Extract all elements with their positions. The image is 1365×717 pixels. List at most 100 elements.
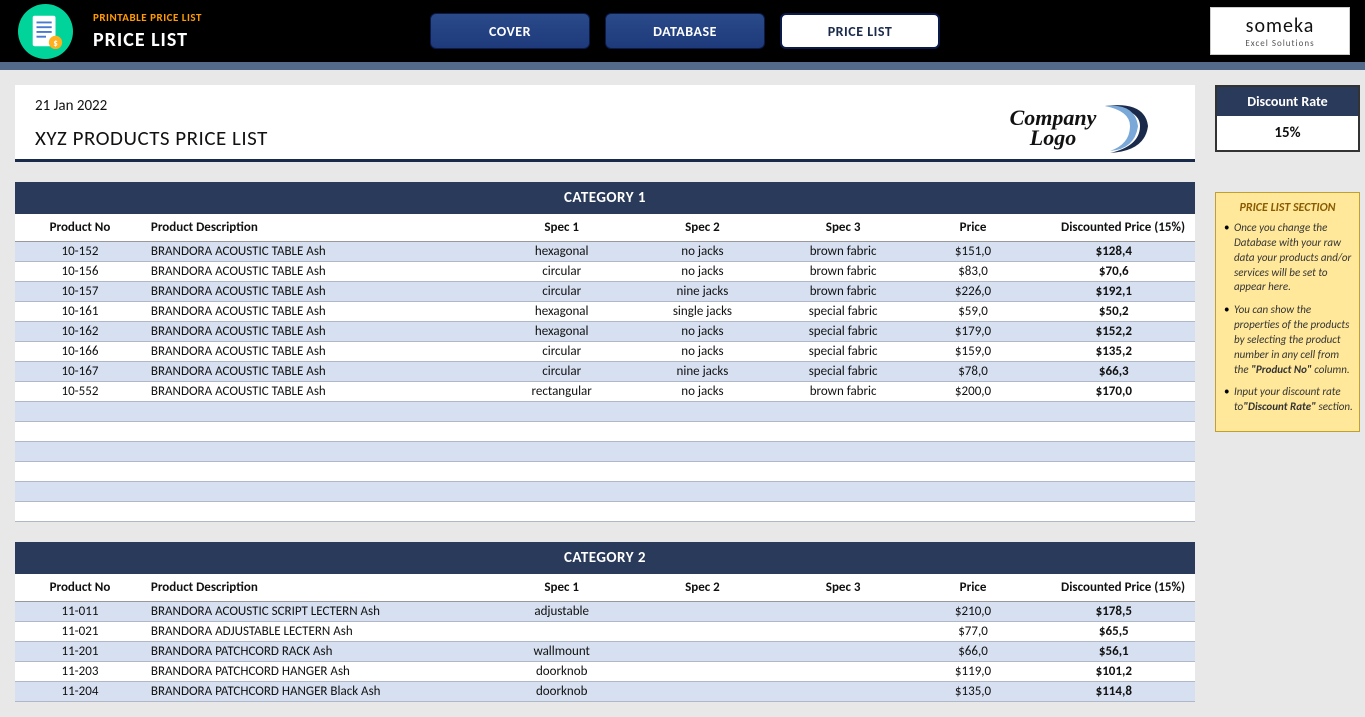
table-row[interactable]: 10-552BRANDORA ACOUSTIC TABLE Ashrectang… — [15, 382, 1195, 402]
cell-product-no[interactable]: 11-201 — [15, 642, 145, 662]
cell-product-no[interactable]: 11-203 — [15, 662, 145, 682]
cell-description: BRANDORA ACOUSTIC TABLE Ash — [145, 342, 491, 362]
cell-product-no[interactable]: 10-166 — [15, 342, 145, 362]
nav-database-button[interactable]: DATABASE — [605, 13, 765, 49]
table-row[interactable]: 11-204BRANDORA PATCHCORD HANGER Black As… — [15, 682, 1195, 702]
table-row[interactable]: 10-157BRANDORA ACOUSTIC TABLE Ashcircula… — [15, 282, 1195, 302]
table-row[interactable]: 10-161BRANDORA ACOUSTIC TABLE Ashhexagon… — [15, 302, 1195, 322]
table-row[interactable]: 11-011BRANDORA ACOUSTIC SCRIPT LECTERN A… — [15, 602, 1195, 622]
cell-spec1: rectangular — [491, 382, 632, 402]
cell-spec1: doorknob — [491, 682, 632, 702]
cell-spec1: circular — [491, 342, 632, 362]
table-row[interactable]: 11-021BRANDORA ADJUSTABLE LECTERN Ash $77… — [15, 622, 1195, 642]
cell-description: BRANDORA ACOUSTIC TABLE Ash — [145, 262, 491, 282]
cell-spec1: circular — [491, 362, 632, 382]
cell-spec1 — [491, 622, 632, 642]
discount-rate-box: Discount Rate 15% — [1215, 85, 1360, 152]
table-row[interactable]: 11-203BRANDORA PATCHCORD HANGER Ashdoork… — [15, 662, 1195, 682]
cell-spec3: brown fabric — [773, 382, 914, 402]
cell-spec3 — [773, 662, 914, 682]
table-row[interactable]: 10-167BRANDORA ACOUSTIC TABLE Ashcircula… — [15, 362, 1195, 382]
cell-spec2: no jacks — [632, 262, 773, 282]
table-row[interactable]: 11-201BRANDORA PATCHCORD RACK Ashwallmou… — [15, 642, 1195, 662]
cell-spec2: no jacks — [632, 322, 773, 342]
cell-spec3: brown fabric — [773, 282, 914, 302]
cell-product-no[interactable]: 10-162 — [15, 322, 145, 342]
cell-spec2: single jacks — [632, 302, 773, 322]
brand-name: someka — [1246, 14, 1315, 38]
nav-pricelist-button[interactable]: PRICE LIST — [780, 13, 940, 49]
cell-spec2 — [632, 642, 773, 662]
cell-spec1: hexagonal — [491, 242, 632, 262]
table-row-empty[interactable] — [15, 462, 1195, 482]
cell-description: BRANDORA ACOUSTIC TABLE Ash — [145, 242, 491, 262]
cell-price: $135,0 — [913, 682, 1032, 702]
cell-spec3: special fabric — [773, 362, 914, 382]
cell-discounted-price: $66,3 — [1033, 362, 1195, 382]
table-row-empty[interactable] — [15, 442, 1195, 462]
cell-spec1: adjustable — [491, 602, 632, 622]
cell-description: BRANDORA ACOUSTIC SCRIPT LECTERN Ash — [145, 602, 491, 622]
table-row-empty[interactable] — [15, 402, 1195, 422]
brand-tagline: Excel Solutions — [1245, 38, 1314, 49]
cell-discounted-price: $56,1 — [1033, 642, 1195, 662]
cell-product-no[interactable]: 11-021 — [15, 622, 145, 642]
cell-spec2: no jacks — [632, 242, 773, 262]
cell-price: $78,0 — [913, 362, 1032, 382]
title-area: PRINTABLE PRICE LIST PRICE LIST — [93, 11, 202, 52]
cell-price: $77,0 — [913, 622, 1032, 642]
cell-spec1: circular — [491, 282, 632, 302]
cell-discounted-price: $170,0 — [1033, 382, 1195, 402]
cell-price: $119,0 — [913, 662, 1032, 682]
table-row-empty[interactable] — [15, 482, 1195, 502]
table-row-empty[interactable] — [15, 502, 1195, 522]
cell-spec2: nine jacks — [632, 362, 773, 382]
cell-spec3 — [773, 682, 914, 702]
cell-price: $66,0 — [913, 642, 1032, 662]
info-bullet-3: Input your discount rate to"Discount Rat… — [1222, 385, 1353, 415]
cell-product-no[interactable]: 10-152 — [15, 242, 145, 262]
cell-discounted-price: $135,2 — [1033, 342, 1195, 362]
table-header-row: Product No Product Description Spec 1 Sp… — [15, 214, 1195, 242]
table-row[interactable]: 10-166BRANDORA ACOUSTIC TABLE Ashcircula… — [15, 342, 1195, 362]
category-1-header: CATEGORY 1 — [15, 182, 1195, 214]
cell-spec2 — [632, 622, 773, 642]
header-subtitle: PRINTABLE PRICE LIST — [93, 11, 202, 24]
header-title: PRICE LIST — [93, 28, 202, 52]
cell-spec3 — [773, 602, 914, 622]
cell-spec1: hexagonal — [491, 322, 632, 342]
cell-spec2 — [632, 682, 773, 702]
category-2-block: CATEGORY 2 Product No Product Descriptio… — [15, 542, 1195, 702]
svg-text:$: $ — [53, 39, 57, 49]
cell-discounted-price: $192,1 — [1033, 282, 1195, 302]
cell-discounted-price: $65,5 — [1033, 622, 1195, 642]
cell-discounted-price: $178,5 — [1033, 602, 1195, 622]
info-bullet-1: Once you change the Database with your r… — [1222, 221, 1353, 295]
category-2-table: Product No Product Description Spec 1 Sp… — [15, 574, 1195, 702]
discount-rate-value[interactable]: 15% — [1217, 116, 1358, 150]
cell-product-no[interactable]: 11-204 — [15, 682, 145, 702]
cell-price: $83,0 — [913, 262, 1032, 282]
nav-cover-button[interactable]: COVER — [430, 13, 590, 49]
cell-product-no[interactable]: 10-157 — [15, 282, 145, 302]
cell-product-no[interactable]: 10-156 — [15, 262, 145, 282]
table-row[interactable]: 10-152BRANDORA ACOUSTIC TABLE Ashhexagon… — [15, 242, 1195, 262]
table-row[interactable]: 10-162BRANDORA ACOUSTIC TABLE Ashhexagon… — [15, 322, 1195, 342]
cell-description: BRANDORA ADJUSTABLE LECTERN Ash — [145, 622, 491, 642]
cell-spec2: nine jacks — [632, 282, 773, 302]
cell-product-no[interactable]: 10-161 — [15, 302, 145, 322]
cell-product-no[interactable]: 10-552 — [15, 382, 145, 402]
category-2-header: CATEGORY 2 — [15, 542, 1195, 574]
discount-rate-label: Discount Rate — [1217, 87, 1358, 116]
cell-price: $200,0 — [913, 382, 1032, 402]
cell-product-no[interactable]: 11-011 — [15, 602, 145, 622]
table-row-empty[interactable] — [15, 422, 1195, 442]
cell-description: BRANDORA ACOUSTIC TABLE Ash — [145, 302, 491, 322]
cell-product-no[interactable]: 10-167 — [15, 362, 145, 382]
table-row[interactable]: 10-156BRANDORA ACOUSTIC TABLE Ashcircula… — [15, 262, 1195, 282]
cell-description: BRANDORA ACOUSTIC TABLE Ash — [145, 362, 491, 382]
cell-spec1: circular — [491, 262, 632, 282]
cell-spec2 — [632, 602, 773, 622]
cell-description: BRANDORA ACOUSTIC TABLE Ash — [145, 322, 491, 342]
cell-discounted-price: $70,6 — [1033, 262, 1195, 282]
